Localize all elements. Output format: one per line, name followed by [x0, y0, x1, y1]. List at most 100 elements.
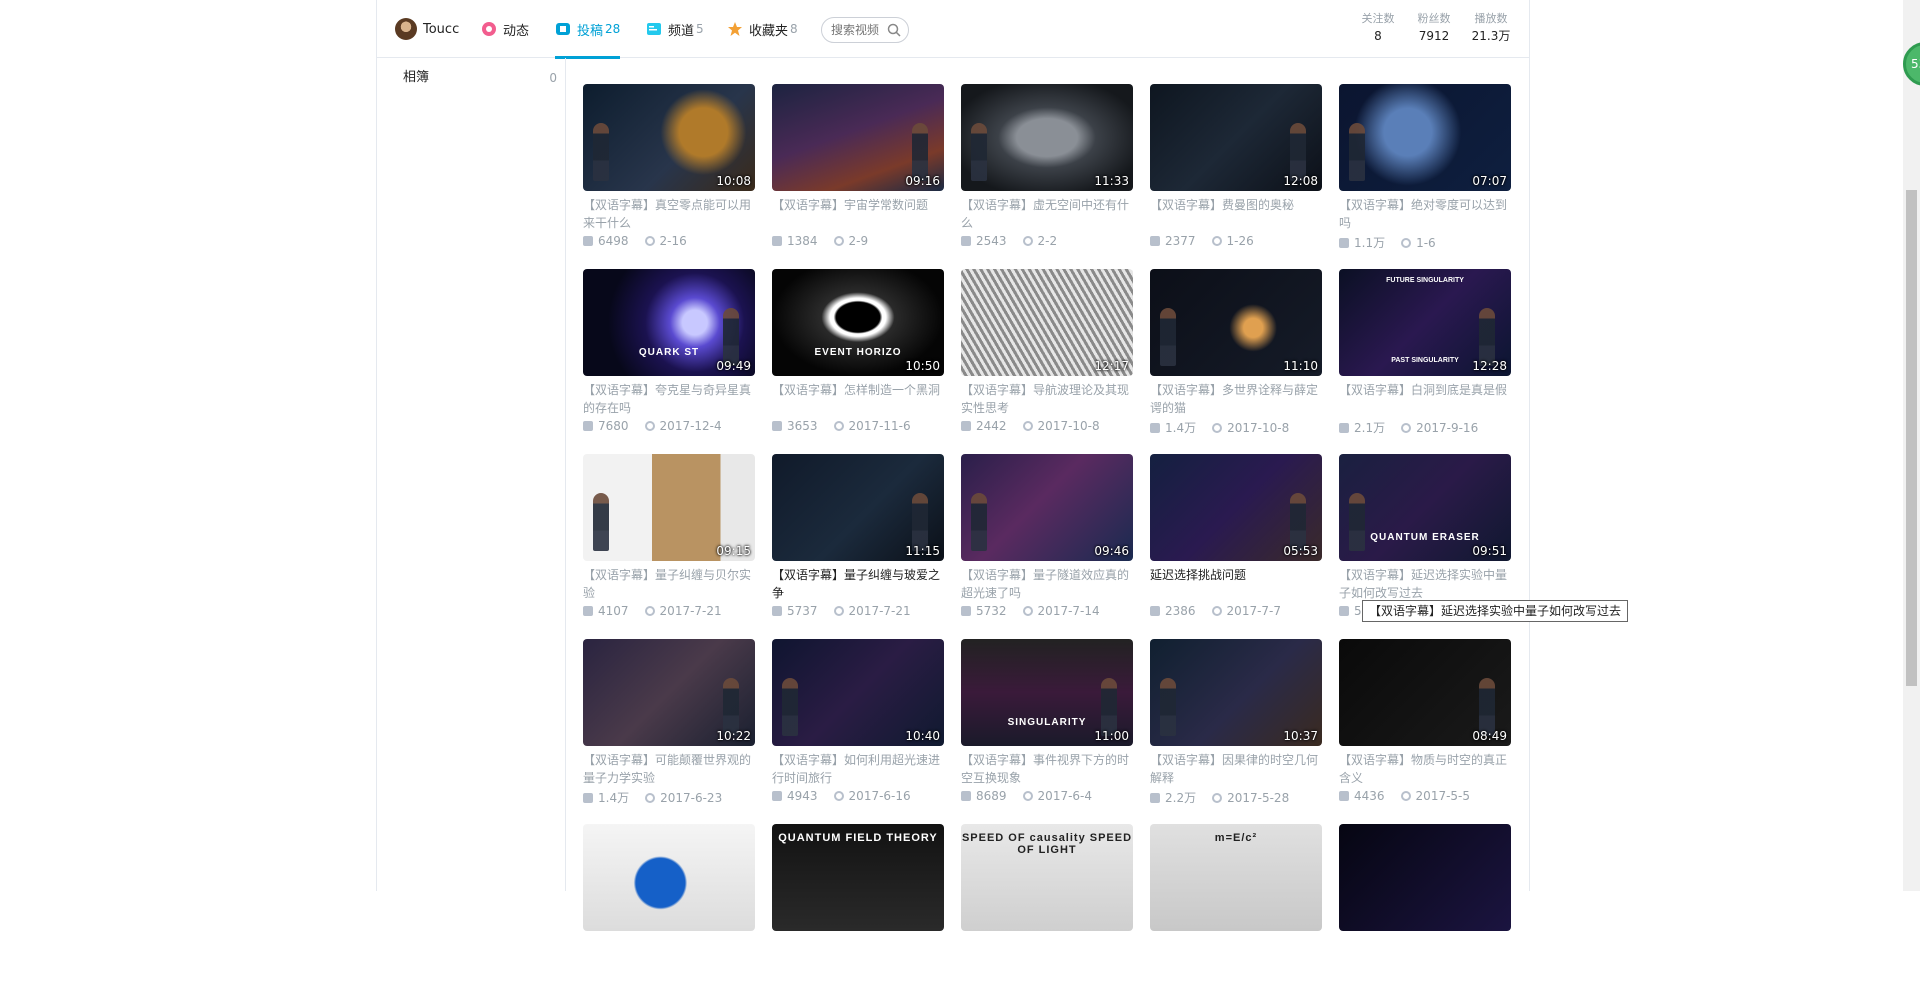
video-thumbnail[interactable]: m=E/c² — [1150, 824, 1322, 931]
video-card[interactable]: 10:40 【双语字幕】如何利用超光速进行时间旅行 4943 2017-6-16 — [772, 639, 944, 819]
user-home-link[interactable]: Toucc — [395, 0, 459, 58]
video-meta: 4943 2017-6-16 — [772, 789, 911, 803]
video-thumbnail[interactable]: 12:17 — [961, 269, 1133, 376]
video-thumbnail[interactable]: QUANTUM FIELD THEORY — [772, 824, 944, 931]
video-card[interactable]: 12:17 【双语字幕】导航波理论及其现实性思考 2442 2017-10-8 — [961, 269, 1133, 449]
video-card[interactable]: 11:10 【双语字幕】多世界诠释与薛定谔的猫 1.4万 2017-10-8 — [1150, 269, 1322, 449]
search-icon[interactable] — [887, 23, 901, 37]
video-thumbnail[interactable]: 10:22 — [583, 639, 755, 746]
video-card[interactable]: 12:08 【双语字幕】费曼图的奥秘 2377 1-26 — [1150, 84, 1322, 264]
video-title[interactable]: 【双语字幕】量子纠缠与贝尔实验 — [583, 566, 755, 602]
video-card[interactable]: SPEED OF causality SPEED OF LIGHT — [961, 824, 1133, 1004]
video-thumbnail[interactable]: 12:08 — [1150, 84, 1322, 191]
tab-favorites[interactable]: 收藏夹 8 — [727, 0, 798, 58]
video-card[interactable] — [1339, 824, 1511, 1004]
video-thumbnail[interactable]: 10:37 — [1150, 639, 1322, 746]
video-thumbnail[interactable]: SPEED OF causality SPEED OF LIGHT — [961, 824, 1133, 931]
stat-followers[interactable]: 粉丝数 7912 — [1413, 11, 1455, 45]
video-card[interactable]: 11:15 【双语字幕】量子纠缠与玻爱之争 5737 2017-7-21 — [772, 454, 944, 634]
video-card[interactable]: 09:46 【双语字幕】量子隧道效应真的超光速了吗 5732 2017-7-14 — [961, 454, 1133, 634]
video-title[interactable]: 【双语字幕】多世界诠释与薛定谔的猫 — [1150, 381, 1322, 417]
video-thumbnail[interactable]: 09:46 — [961, 454, 1133, 561]
video-meta: 2.2万 2017-5-28 — [1150, 789, 1289, 806]
play-count: 3653 — [787, 419, 818, 433]
video-title[interactable]: 【双语字幕】因果律的时空几何解释 — [1150, 751, 1322, 787]
video-thumbnail[interactable]: 05:53 — [1150, 454, 1322, 561]
video-thumbnail[interactable]: 11:33 — [961, 84, 1133, 191]
video-thumbnail[interactable]: 11:15 — [772, 454, 944, 561]
video-card[interactable]: m=E/c² — [1150, 824, 1322, 1004]
video-thumbnail[interactable]: 10:40 — [772, 639, 944, 746]
video-title[interactable]: 【双语字幕】白洞到底是真是假 — [1339, 381, 1511, 399]
avatar[interactable] — [395, 18, 417, 40]
video-title[interactable]: 【双语字幕】夸克星与奇异星真的存在吗 — [583, 381, 755, 417]
video-card[interactable] — [583, 824, 755, 1004]
video-title[interactable]: 【双语字幕】绝对零度可以达到吗 — [1339, 196, 1511, 232]
play-count-icon — [961, 421, 971, 431]
video-thumbnail[interactable]: 11:10 — [1150, 269, 1322, 376]
video-card[interactable]: SINGULARITY 11:00 【双语字幕】事件视界下方的时空互换现象 8689 2… — [961, 639, 1133, 819]
play-count-icon — [583, 793, 593, 803]
search-input[interactable] — [831, 23, 887, 37]
title-tooltip: 【双语字幕】延迟选择实验中量子如何改写过去 — [1362, 600, 1629, 622]
video-title[interactable]: 【双语字幕】宇宙学常数问题 — [772, 196, 944, 214]
video-thumbnail[interactable] — [583, 824, 755, 931]
sidebar-item-count: 0 — [549, 71, 557, 85]
video-thumbnail[interactable]: QUANTUM ERASER 09:51 — [1339, 454, 1511, 561]
play-count-icon — [1339, 423, 1349, 433]
video-title[interactable]: 【双语字幕】导航波理论及其现实性思考 — [961, 381, 1133, 417]
video-card[interactable]: 10:37 【双语字幕】因果律的时空几何解释 2.2万 2017-5-28 — [1150, 639, 1322, 819]
sidebar-item-album[interactable]: 相簿 0 — [403, 68, 557, 88]
video-card[interactable]: 10:22 【双语字幕】可能颠覆世界观的量子力学实验 1.4万 2017-6-23 — [583, 639, 755, 819]
search-box[interactable] — [821, 17, 909, 43]
video-title[interactable]: 【双语字幕】怎样制造一个黑洞 — [772, 381, 944, 399]
video-title[interactable]: 【双语字幕】量子纠缠与玻爱之争 — [772, 566, 944, 602]
video-meta: 1384 2-9 — [772, 234, 868, 248]
top-nav: Toucc 动态 投稿28 频道5 收藏夹8 关注数 8 粉丝数 7912 — [377, 0, 1529, 59]
video-card[interactable]: 09:15 【双语字幕】量子纠缠与贝尔实验 4107 2017-7-21 — [583, 454, 755, 634]
tab-dynamics[interactable]: 动态 — [481, 0, 529, 58]
video-card[interactable]: 10:08 【双语字幕】真空零点能可以用来干什么 6498 2-16 — [583, 84, 755, 264]
video-card[interactable]: 07:07 【双语字幕】绝对零度可以达到吗 1.1万 1-6 — [1339, 84, 1511, 264]
video-meta: 7680 2017-12-4 — [583, 419, 722, 433]
video-title[interactable]: 【双语字幕】延迟选择实验中量子如何改写过去 — [1339, 566, 1511, 602]
video-thumbnail[interactable]: QUARK ST 09:49 — [583, 269, 755, 376]
presenter-figure — [971, 493, 987, 551]
tab-uploads[interactable]: 投稿 28 — [555, 0, 621, 59]
video-card[interactable]: FUTURE SINGULARITY PAST SINGULARITY 12:28 【… — [1339, 269, 1511, 449]
video-card[interactable]: EVENT HORIZO 10:50 【双语字幕】怎样制造一个黑洞 3653 2017-… — [772, 269, 944, 449]
video-title[interactable]: 【双语字幕】物质与时空的真正含义 — [1339, 751, 1511, 787]
video-card[interactable]: 05:53 延迟选择挑战问题 2386 2017-7-7 — [1150, 454, 1322, 634]
video-card[interactable]: 09:16 【双语字幕】宇宙学常数问题 1384 2-9 — [772, 84, 944, 264]
video-thumbnail[interactable]: 09:16 — [772, 84, 944, 191]
video-card[interactable]: 08:49 【双语字幕】物质与时空的真正含义 4436 2017-5-5 — [1339, 639, 1511, 819]
video-duration: 11:15 — [905, 544, 940, 558]
video-title[interactable]: 延迟选择挑战问题 — [1150, 566, 1322, 584]
video-card[interactable]: 11:33 【双语字幕】虚无空间中还有什么 2543 2-2 — [961, 84, 1133, 264]
video-thumbnail[interactable]: 09:15 — [583, 454, 755, 561]
video-meta: 4436 2017-5-5 — [1339, 789, 1470, 803]
video-thumbnail[interactable]: SINGULARITY 11:00 — [961, 639, 1133, 746]
video-thumbnail[interactable]: EVENT HORIZO 10:50 — [772, 269, 944, 376]
video-thumbnail[interactable]: FUTURE SINGULARITY PAST SINGULARITY 12:28 — [1339, 269, 1511, 376]
video-title[interactable]: 【双语字幕】费曼图的奥秘 — [1150, 196, 1322, 214]
play-count: 1.4万 — [598, 791, 630, 805]
clock-icon — [1212, 423, 1223, 433]
video-title[interactable]: 【双语字幕】事件视界下方的时空互换现象 — [961, 751, 1133, 787]
video-card[interactable]: QUANTUM FIELD THEORY — [772, 824, 944, 1004]
tab-channels[interactable]: 频道 5 — [646, 0, 704, 58]
video-title[interactable]: 【双语字幕】量子隧道效应真的超光速了吗 — [961, 566, 1133, 602]
video-meta: 8689 2017-6-4 — [961, 789, 1092, 803]
video-title[interactable]: 【双语字幕】真空零点能可以用来干什么 — [583, 196, 755, 232]
video-card[interactable]: QUARK ST 09:49 【双语字幕】夸克星与奇异星真的存在吗 7680 2017-… — [583, 269, 755, 449]
scrollbar-thumb[interactable] — [1906, 190, 1917, 686]
video-title[interactable]: 【双语字幕】虚无空间中还有什么 — [961, 196, 1133, 232]
video-thumbnail[interactable]: 07:07 — [1339, 84, 1511, 191]
video-meta: 2377 1-26 — [1150, 234, 1254, 248]
video-title[interactable]: 【双语字幕】可能颠覆世界观的量子力学实验 — [583, 751, 755, 787]
video-thumbnail[interactable] — [1339, 824, 1511, 931]
video-thumbnail[interactable]: 08:49 — [1339, 639, 1511, 746]
video-title[interactable]: 【双语字幕】如何利用超光速进行时间旅行 — [772, 751, 944, 787]
video-thumbnail[interactable]: 10:08 — [583, 84, 755, 191]
stat-following[interactable]: 关注数 8 — [1357, 11, 1399, 45]
